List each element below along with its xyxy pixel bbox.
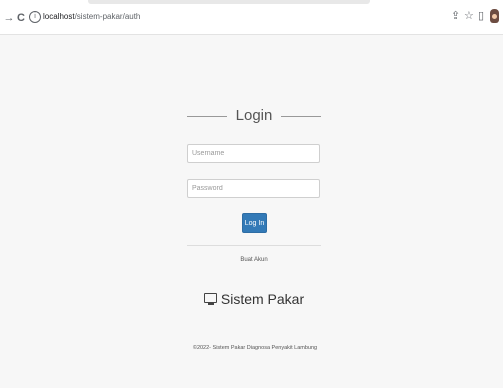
url-host: localhost [43,12,75,21]
password-input[interactable] [187,179,320,198]
reload-icon[interactable]: C [15,12,27,24]
side-panel-icon[interactable]: ▯ [478,10,484,23]
heading-rule-right [281,116,321,117]
login-heading: Login [187,106,321,126]
monitor-screen-shape [203,292,217,303]
divider [187,245,321,246]
login-button[interactable]: Log In [242,213,267,233]
monitor-icon [203,292,218,306]
browser-toolbar: → C i localhost/sistem-pakar/auth ⇪ ☆ ▯ [0,0,503,35]
site-info-icon[interactable]: i [29,11,41,23]
username-input[interactable] [187,144,320,163]
url-path: /sistem-pakar/auth [74,12,141,21]
tab-strip [0,0,503,6]
brand-name: Sistem Pakar [220,290,305,307]
address-bar[interactable]: localhost/sistem-pakar/auth [43,11,140,22]
monitor-stand-shape [207,302,214,305]
share-icon[interactable]: ⇪ [451,10,460,23]
brand: Sistem Pakar [187,290,321,310]
bookmark-star-icon[interactable]: ☆ [464,10,474,23]
back-icon[interactable]: → [3,12,15,24]
footer-copyright: ©2022- Sistem Pakar Diagnosa Penyakit La… [192,345,318,351]
tab-hint [88,0,370,4]
register-link[interactable]: Buat Akun [187,257,321,263]
profile-avatar[interactable] [490,9,499,23]
